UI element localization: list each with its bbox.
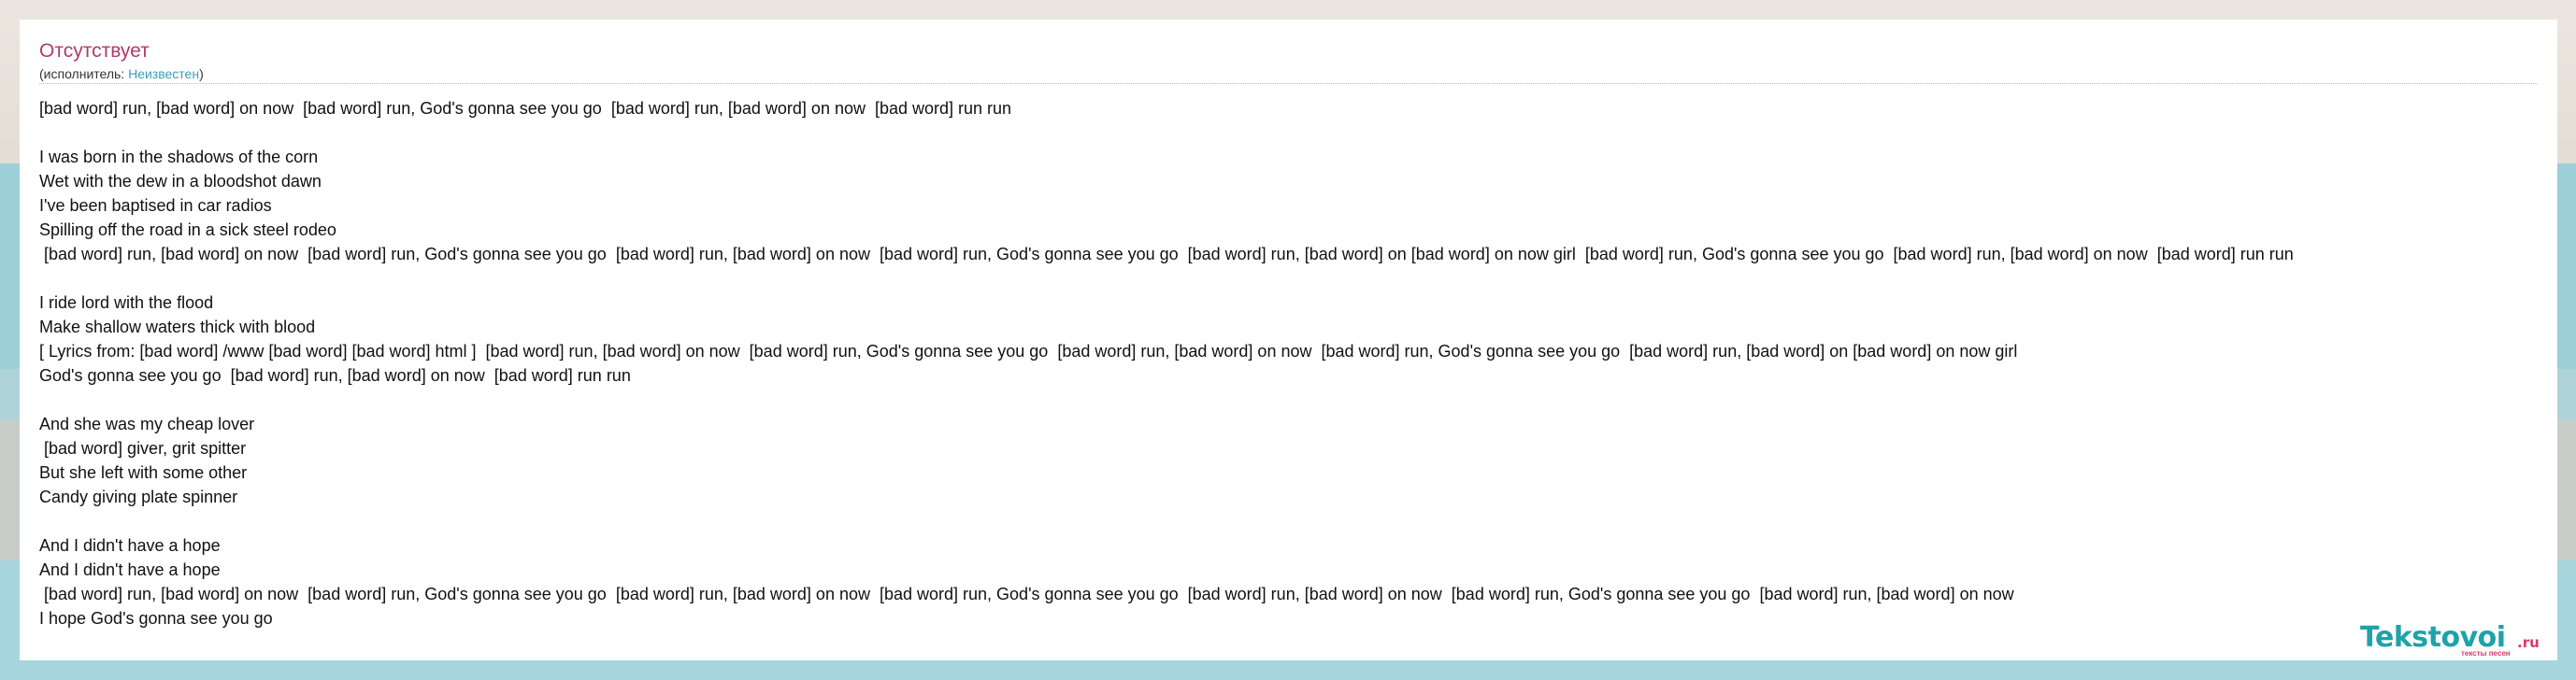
logo-tagline: тексты песен [2461, 649, 2511, 658]
divider [39, 83, 2538, 84]
lyric-line: [bad word] run, [bad word] on now [bad w… [39, 245, 2294, 263]
lyric-line: God's gonna see you go [bad word] run, [… [39, 366, 631, 385]
artist-prefix: (исполнитель: [39, 66, 129, 81]
logo-domain: .ru [2517, 634, 2540, 651]
lyric-line [39, 120, 2557, 145]
lyric-line: Wet with the dew in a bloodshot dawn [39, 172, 322, 191]
artist-link[interactable]: Неизвестен [128, 66, 199, 81]
lyric-line [39, 388, 2557, 412]
lyric-line: I've been baptised in car radios [39, 196, 272, 215]
lyrics-text: [bad word] run, [bad word] on now [bad w… [39, 96, 2557, 630]
song-title: Отсутствует [39, 40, 150, 62]
lyric-line [39, 509, 2557, 533]
lyric-line: I ride lord with the flood [39, 293, 214, 312]
lyrics-panel: Отсутствует (исполнитель: Неизвестен) [b… [20, 20, 2557, 660]
artist-suffix: ) [199, 66, 204, 81]
lyric-line: [bad word] run, [bad word] on now [bad w… [39, 585, 2014, 603]
lyric-line: [bad word] run, [bad word] on now [bad w… [39, 99, 1012, 118]
lyric-line: Make shallow waters thick with blood [39, 318, 316, 336]
lyric-line: And I didn't have a hope [39, 536, 221, 555]
lyric-line: [ Lyrics from: [bad word] /www [bad word… [39, 342, 2018, 361]
lyric-line: Spilling off the road in a sick steel ro… [39, 220, 336, 239]
lyric-line: But she left with some other [39, 463, 248, 482]
lyric-line: I was born in the shadows of the corn [39, 148, 319, 166]
artist-line: (исполнитель: Неизвестен) [39, 66, 204, 81]
lyric-line [39, 266, 2557, 290]
lyric-line: Candy giving plate spinner [39, 488, 238, 506]
lyric-line: And I didn't have a hope [39, 560, 221, 579]
lyric-line: [bad word] giver, grit spitter [39, 439, 247, 458]
lyric-line: And she was my cheap lover [39, 415, 255, 433]
lyric-line: I hope God's gonna see you go [39, 609, 273, 628]
site-logo[interactable]: Tekstovoi .ru тексты песен [2360, 621, 2556, 660]
